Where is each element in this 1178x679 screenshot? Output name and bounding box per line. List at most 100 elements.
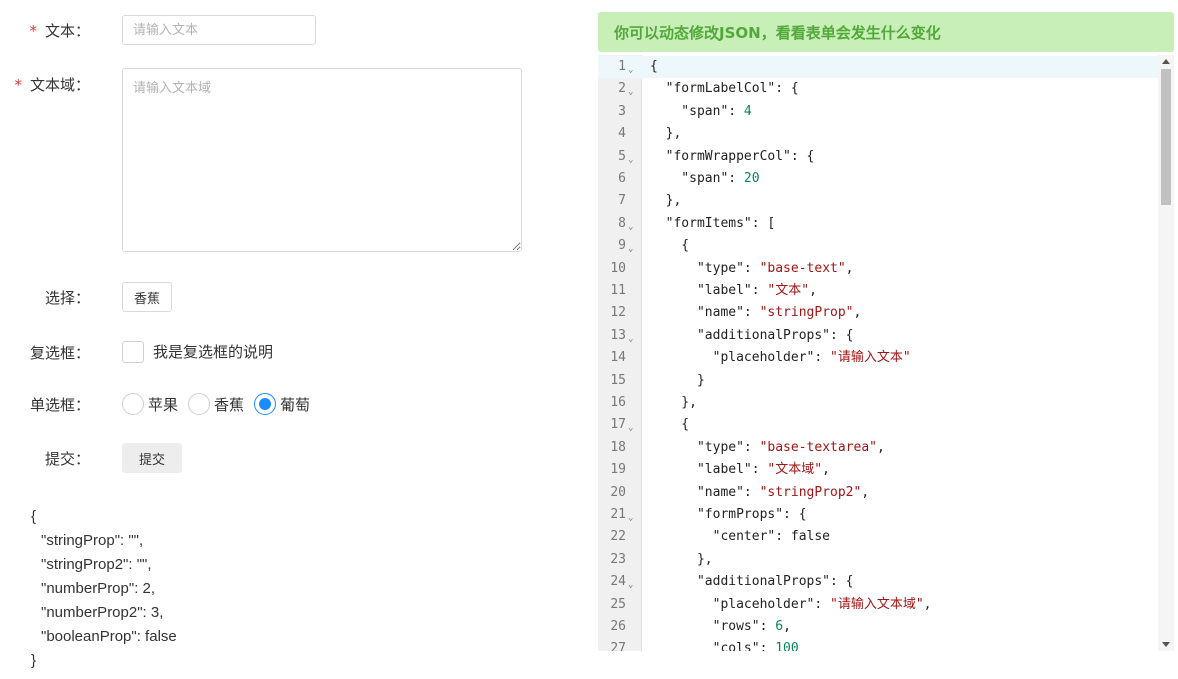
line-number: 1	[618, 59, 626, 74]
fruit-select[interactable]: 香蕉	[122, 282, 173, 312]
code-text: "formProps": {	[650, 507, 807, 522]
code-line[interactable]: 9 ⌄ {	[598, 235, 1158, 257]
code-text: "label": "文本",	[650, 283, 817, 298]
code-text: },	[650, 551, 713, 567]
radio-circle[interactable]	[188, 393, 211, 415]
code-line[interactable]: 19 "label": "文本域",	[598, 459, 1158, 481]
line-number: 17	[610, 417, 626, 433]
radio-option-label: 香蕉	[214, 395, 245, 414]
line-number: 15	[610, 372, 626, 388]
code-line[interactable]: 3 "span": 4	[598, 101, 1158, 123]
radio-field-label: 单选框：	[29, 395, 90, 414]
line-number: 9	[618, 238, 626, 254]
code-text: "cols": 100	[650, 641, 799, 651]
code-line[interactable]: 15 }	[598, 370, 1158, 392]
description-checkbox[interactable]	[122, 341, 144, 363]
output-line: "numberProp": 2,	[41, 580, 156, 597]
text-field-label-wrap: * 文本：	[0, 20, 106, 41]
line-number: 24	[610, 574, 626, 590]
output-open-brace: {	[31, 508, 37, 525]
checkbox-field-row: 复选框：	[0, 338, 106, 366]
textarea-field-row: * 文本域：	[0, 72, 106, 96]
checkbox-description: 我是复选框的说明	[153, 343, 274, 361]
line-number: 2	[618, 81, 626, 97]
code-text: "additionalProps": {	[650, 574, 854, 590]
submit-field-row: 提交：	[0, 443, 106, 473]
radio-option-label: 葡萄	[280, 395, 311, 414]
code-text: "span": 4	[650, 103, 752, 119]
textarea-field-label: 文本域：	[29, 75, 90, 94]
scroll-thumb[interactable]	[1161, 69, 1171, 205]
code-line[interactable]: 21 ⌄ "formProps": {	[598, 504, 1158, 526]
code-line[interactable]: 11 "label": "文本",	[598, 280, 1158, 302]
code-line[interactable]: 14 "placeholder": "请输入文本"	[598, 347, 1158, 369]
fruit-select-value: 香蕉	[134, 291, 161, 307]
code-line[interactable]: 4 },	[598, 123, 1158, 145]
form-values-output: { "stringProp": "", "stringProp2": "", "…	[31, 505, 177, 673]
textarea-input[interactable]	[122, 68, 522, 252]
radio-option-apple[interactable]: 苹果	[122, 393, 178, 415]
code-line[interactable]: 7 },	[598, 190, 1158, 212]
line-number: 22	[610, 529, 626, 545]
checkbox-field-label: 复选框：	[29, 343, 90, 362]
line-number: 12	[610, 305, 626, 321]
code-text: },	[650, 193, 682, 209]
code-text: "name": "stringProp2",	[650, 484, 870, 500]
code-line[interactable]: 20 "name": "stringProp2",	[598, 482, 1158, 504]
code-text: "rows": 6,	[650, 619, 791, 634]
code-text: "span": 20	[650, 171, 760, 186]
code-line[interactable]: 27 "cols": 100	[598, 638, 1158, 651]
line-number: 4	[618, 126, 626, 142]
code-line[interactable]: 24 ⌄ "additionalProps": {	[598, 571, 1158, 593]
output-close-brace: }	[31, 652, 37, 669]
code-line[interactable]: 10 "type": "base-text",	[598, 258, 1158, 280]
code-line[interactable]: 23 },	[598, 549, 1158, 571]
radio-option-label: 苹果	[148, 395, 179, 414]
line-number: 26	[610, 619, 626, 634]
code-line[interactable]: 18 "type": "base-textarea",	[598, 437, 1158, 459]
code-line[interactable]: 5 ⌄ "formWrapperCol": {	[598, 146, 1158, 168]
line-number: 19	[610, 462, 626, 478]
code-text: "formLabelCol": {	[650, 81, 799, 97]
code-line[interactable]: 12 "name": "stringProp",	[598, 302, 1158, 324]
radio-circle-checked[interactable]	[254, 393, 277, 415]
line-number: 6	[618, 171, 626, 186]
required-mark: *	[14, 75, 22, 94]
line-number: 11	[610, 283, 626, 298]
code-text: "placeholder": "请输入文本"	[650, 350, 911, 366]
code-text: "type": "base-text",	[650, 260, 854, 276]
code-line[interactable]: 22 "center": false	[598, 526, 1158, 548]
code-line[interactable]: 6 "span": 20	[598, 168, 1158, 190]
json-editor[interactable]: 1 ⌄{2 ⌄ "formLabelCol": {3 "span": 44 }, 5 ⌄…	[598, 55, 1174, 651]
line-number: 25	[610, 596, 626, 612]
code-line[interactable]: 25 "placeholder": "请输入文本域",	[598, 594, 1158, 616]
code-line[interactable]: 1 ⌄{	[598, 56, 1158, 79]
code-line[interactable]: 17 ⌄ {	[598, 414, 1158, 436]
line-number: 14	[610, 350, 626, 366]
radio-option-banana[interactable]: 香蕉	[188, 393, 244, 415]
line-number: 10	[610, 260, 626, 276]
radio-circle[interactable]	[122, 393, 144, 415]
radio-option-grape[interactable]: 葡萄	[254, 393, 310, 415]
line-number: 16	[610, 395, 626, 410]
text-input[interactable]	[122, 15, 316, 45]
fruit-radio-group: 苹果 香蕉 葡萄	[122, 393, 320, 415]
code-line[interactable]: 26 "rows": 6,	[598, 616, 1158, 638]
code-line[interactable]: 2 ⌄ "formLabelCol": {	[598, 78, 1158, 100]
line-number: 27	[610, 641, 626, 651]
scroll-down-arrow-icon[interactable]	[1162, 642, 1170, 647]
code-line[interactable]: 13 ⌄ "additionalProps": {	[598, 325, 1158, 347]
code-text: "center": false	[650, 529, 831, 545]
code-line[interactable]: 8 ⌄ "formItems": [	[598, 213, 1158, 235]
code-text: "type": "base-textarea",	[650, 439, 885, 455]
line-number: 13	[610, 327, 626, 343]
submit-button[interactable]: 提交	[122, 443, 182, 473]
info-banner: 你可以动态修改JSON，看看表单会发生什么变化	[598, 12, 1174, 52]
output-line: "stringProp": "",	[41, 532, 144, 549]
editor-scrollbar[interactable]	[1158, 55, 1174, 651]
code-text: },	[650, 126, 682, 142]
scroll-up-arrow-icon[interactable]	[1162, 59, 1170, 64]
code-line[interactable]: 16 },	[598, 392, 1158, 414]
output-line: "numberProp2": 3,	[41, 604, 164, 621]
line-number: 7	[618, 193, 626, 209]
